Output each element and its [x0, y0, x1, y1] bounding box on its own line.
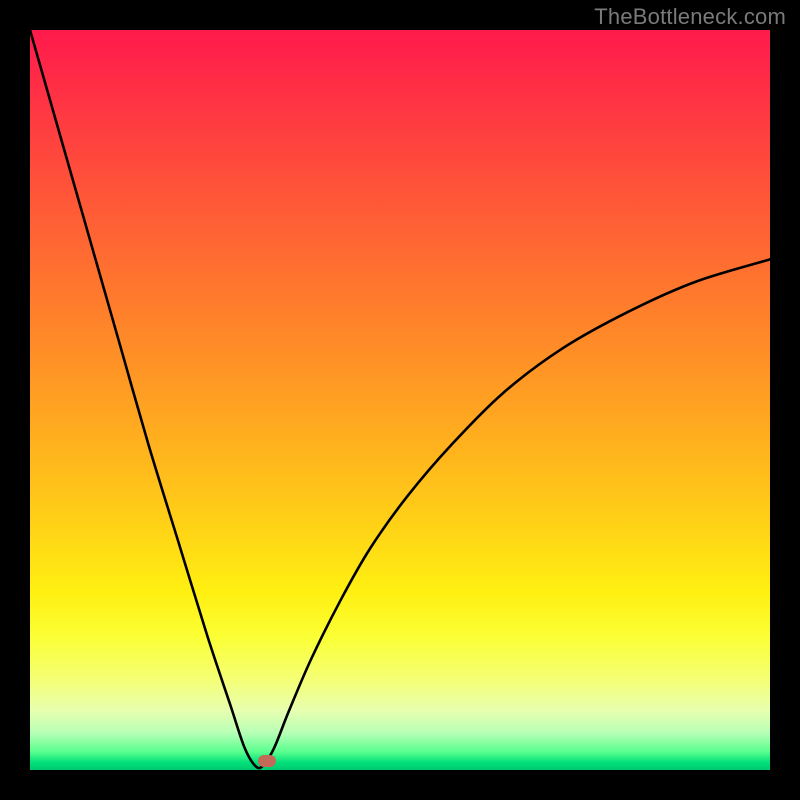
- curve-svg: [30, 30, 770, 770]
- bottleneck-curve: [30, 30, 770, 768]
- chart-frame: TheBottleneck.com: [0, 0, 800, 800]
- attribution-label: TheBottleneck.com: [594, 4, 786, 30]
- plot-area: [30, 30, 770, 770]
- optimal-point-marker: [258, 755, 276, 767]
